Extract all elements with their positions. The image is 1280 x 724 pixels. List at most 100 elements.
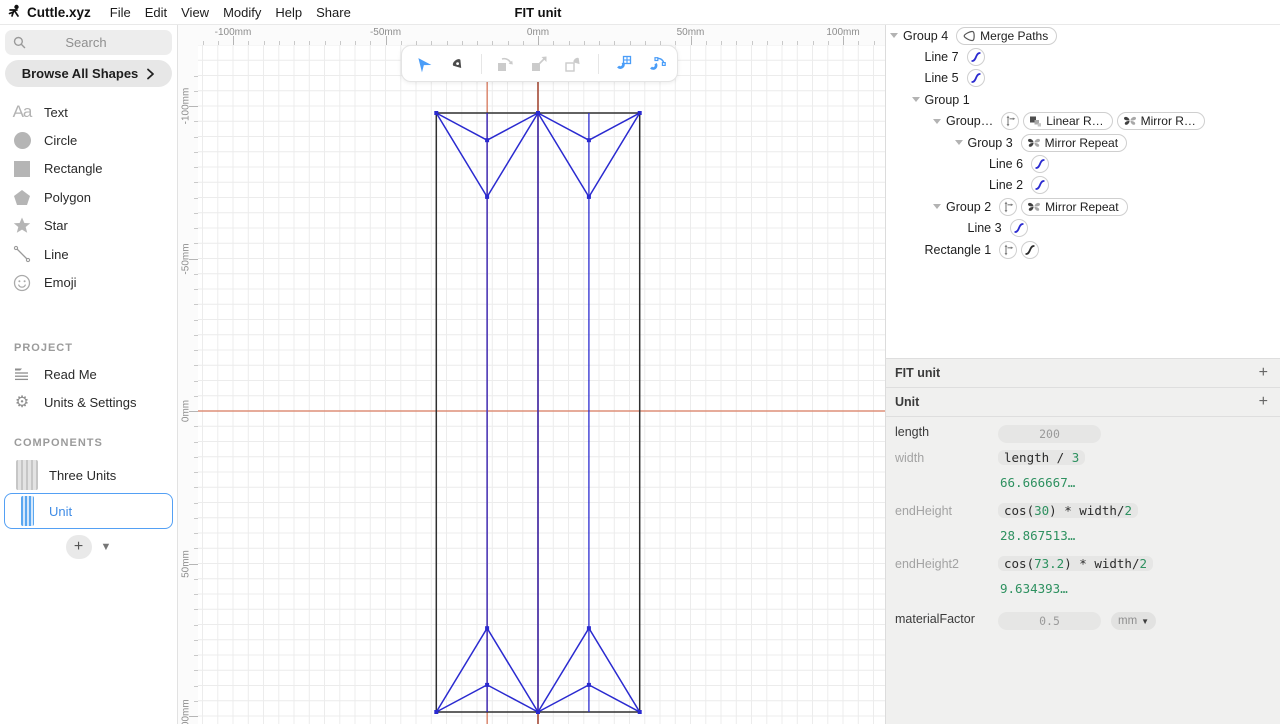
shape-tool-polygon[interactable]: Polygon xyxy=(0,183,177,211)
layer-row-line-7[interactable]: Line 7 xyxy=(886,46,1280,67)
param-value-input[interactable]: 0.5 xyxy=(998,612,1101,630)
shape-tool-line[interactable]: Line xyxy=(0,240,177,268)
layer-row-group-1[interactable]: Group 1 xyxy=(886,89,1280,110)
layer-row-group-4[interactable]: Group 4Merge Paths xyxy=(886,25,1280,46)
layer-row-group-2[interactable]: Group 2 Mirror Repeat xyxy=(886,196,1280,217)
disclosure-caret-icon[interactable] xyxy=(955,140,968,145)
stroke-style-badge[interactable] xyxy=(967,48,985,66)
ruler-tick xyxy=(194,182,198,183)
disclosure-caret-icon[interactable] xyxy=(933,119,946,124)
move-arrows-badge[interactable] xyxy=(999,198,1017,216)
layer-row-line-5[interactable]: Line 5 xyxy=(886,68,1280,89)
stroke-style-badge[interactable] xyxy=(1010,219,1028,237)
chevron-down-icon: ▼ xyxy=(1141,617,1149,626)
menu-item-edit[interactable]: Edit xyxy=(138,5,174,20)
chevron-down-icon[interactable]: ▼ xyxy=(101,541,112,553)
layer-row-group-3[interactable]: Group 3Mirror Repeat xyxy=(886,132,1280,153)
param-formula-input[interactable]: cos(30) * width/2 xyxy=(998,503,1138,518)
ruler-tick xyxy=(194,518,198,519)
toolbar-divider xyxy=(481,54,482,74)
snap-grid-button[interactable] xyxy=(610,51,636,77)
ruler-tick xyxy=(782,41,783,45)
badge-label: Mirror R… xyxy=(1141,114,1196,128)
merge-paths-badge[interactable]: Merge Paths xyxy=(956,27,1057,45)
shape-tool-star[interactable]: Star xyxy=(0,212,177,240)
layer-row-line-3[interactable]: Line 3 xyxy=(886,218,1280,239)
pen-tool-button[interactable] xyxy=(444,51,470,77)
mirror-repeat-badge[interactable]: Mirror Repeat xyxy=(1021,134,1127,152)
ruler-label: 0mm xyxy=(181,400,192,422)
ruler-tick xyxy=(858,41,859,45)
menu-item-modify[interactable]: Modify xyxy=(216,5,268,20)
ruler-tick xyxy=(264,41,265,45)
search-input[interactable] xyxy=(26,35,146,50)
ruler-tick xyxy=(194,274,198,275)
pen-transform-button[interactable] xyxy=(561,51,587,77)
search-box[interactable] xyxy=(5,30,172,55)
menu-item-view[interactable]: View xyxy=(174,5,216,20)
layer-name: Group 2 xyxy=(946,200,991,214)
browse-all-shapes-button[interactable]: Browse All Shapes xyxy=(5,60,172,87)
layer-row-rectangle-1[interactable]: Rectangle 1 xyxy=(886,239,1280,260)
add-component-button[interactable]: + xyxy=(66,535,92,559)
rotate-transform-button[interactable] xyxy=(493,51,519,77)
star-icon xyxy=(0,217,44,234)
mirror-repeat-badge[interactable]: Mirror Repeat xyxy=(1021,198,1127,216)
project-item-units-settings[interactable]: ⚙Units & Settings xyxy=(0,388,177,416)
layer-row-line-2[interactable]: Line 2 xyxy=(886,175,1280,196)
disclosure-caret-icon[interactable] xyxy=(912,97,925,102)
snap-geometry-button[interactable] xyxy=(644,51,670,77)
param-value-input[interactable]: 200 xyxy=(998,425,1101,443)
layer-name: Line 6 xyxy=(989,157,1023,171)
ruler-tick xyxy=(194,503,198,504)
cuttle-logo-icon xyxy=(8,4,22,20)
move-arrows-badge[interactable] xyxy=(999,241,1017,259)
disclosure-caret-icon[interactable] xyxy=(933,204,946,209)
stroke-style-badge[interactable] xyxy=(1031,176,1049,194)
linear-r--badge[interactable]: Linear R… xyxy=(1023,112,1112,130)
shape-tool-text[interactable]: AaText xyxy=(0,98,177,126)
drawing-canvas[interactable] xyxy=(198,45,885,724)
snap-geometry-icon xyxy=(647,54,667,74)
param-formula-input[interactable]: cos(73.2) * width/2 xyxy=(998,556,1153,571)
layer-row-line-6[interactable]: Line 6 xyxy=(886,153,1280,174)
stroke-style-icon xyxy=(1034,179,1046,191)
move-arrows-badge[interactable] xyxy=(1001,112,1019,130)
ruler-tick xyxy=(355,41,356,45)
inspector-section-fit-unit: FIT unit+ xyxy=(886,359,1280,388)
stroke-style-badge[interactable] xyxy=(1021,241,1039,259)
layer-row-group-[interactable]: Group… Linear R… Mirror R… xyxy=(886,111,1280,132)
menu-item-help[interactable]: Help xyxy=(268,5,309,20)
menu-item-file[interactable]: File xyxy=(103,5,138,20)
component-item-three-units[interactable]: Three Units xyxy=(4,457,173,493)
ruler-tick xyxy=(370,41,371,45)
layer-name: Group… xyxy=(946,114,993,128)
component-item-unit[interactable]: Unit xyxy=(4,493,173,529)
ruler-tick xyxy=(248,41,249,45)
app-logo[interactable]: Cuttle.xyz xyxy=(8,4,91,20)
menu-item-share[interactable]: Share xyxy=(309,5,358,20)
shape-tool-rectangle[interactable]: Rectangle xyxy=(0,155,177,183)
stroke-style-badge[interactable] xyxy=(967,69,985,87)
menu-bar: Cuttle.xyz FileEditViewModifyHelpShare F… xyxy=(0,0,1280,25)
stroke-style-badge[interactable] xyxy=(1031,155,1049,173)
shape-tool-circle[interactable]: Circle xyxy=(0,126,177,154)
project-list: Read Me⚙Units & Settings xyxy=(0,360,177,417)
component-thumbnail xyxy=(16,460,38,490)
shape-tool-emoji[interactable]: Emoji xyxy=(0,268,177,296)
ruler-tick xyxy=(194,548,198,549)
circle-icon xyxy=(0,132,44,149)
ruler-label: -50mm xyxy=(181,243,192,274)
merge-paths-icon xyxy=(962,29,976,43)
mirror-r--badge[interactable]: Mirror R… xyxy=(1117,112,1205,130)
select-tool-button[interactable] xyxy=(410,51,436,77)
scale-transform-button[interactable] xyxy=(527,51,553,77)
add-parameter-button[interactable]: + xyxy=(1259,394,1268,410)
project-item-read-me[interactable]: Read Me xyxy=(0,360,177,388)
param-formula-input[interactable]: length / 3 xyxy=(998,450,1085,465)
disclosure-caret-icon[interactable] xyxy=(890,33,903,38)
emoji-icon xyxy=(0,274,44,292)
ruler-tick xyxy=(194,655,198,656)
add-parameter-button[interactable]: + xyxy=(1259,365,1268,381)
unit-dropdown[interactable]: mm▼ xyxy=(1111,612,1156,630)
